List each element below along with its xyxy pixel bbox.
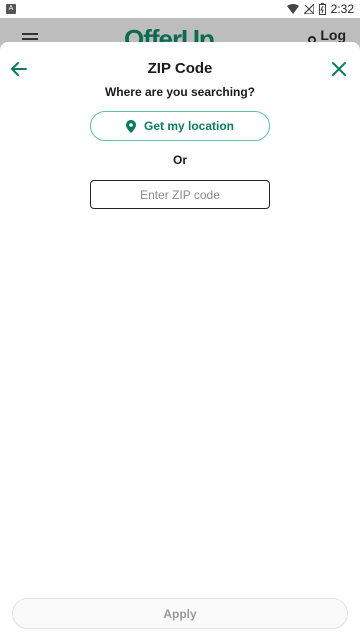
status-time: 2:32 [330,2,354,16]
subtitle: Where are you searching? [104,85,256,99]
page-title: ZIP Code [147,60,213,77]
signal-icon [303,4,314,14]
get-my-location-label: Get my location [143,119,235,133]
login-link: Log [320,27,346,43]
notification-icon: A [6,4,16,14]
location-pin-icon [125,119,136,133]
status-icons: 2:32 [286,2,354,16]
zip-code-input[interactable] [90,180,270,209]
status-bar: A 2:32 [0,0,360,18]
get-my-location-button[interactable]: Get my location [90,111,270,141]
battery-icon [318,3,326,15]
hamburger-menu-icon [22,38,38,40]
or-divider-text: Or [172,153,187,167]
close-button[interactable] [328,58,350,80]
apply-button[interactable]: Apply [12,598,348,629]
wifi-icon [286,4,299,14]
close-icon [332,62,346,76]
zip-code-sheet: ZIP Code Where are you searching? Get my… [0,42,360,640]
